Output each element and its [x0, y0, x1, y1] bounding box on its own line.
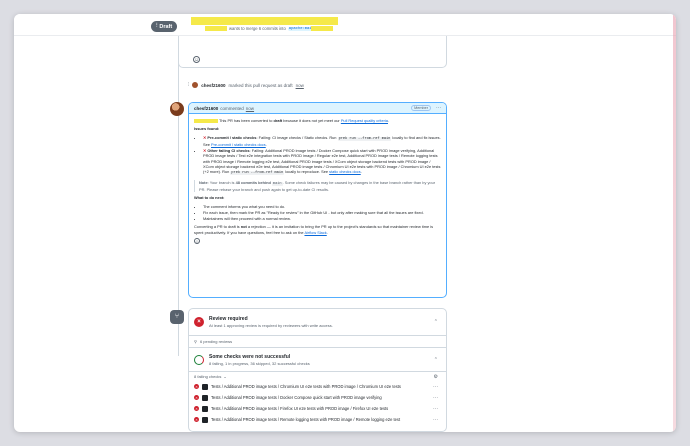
avatar[interactable] [192, 82, 199, 88]
review-subtitle: At least 1 approving review is required … [209, 323, 333, 328]
draft-event: ⫶ chesf21600 marked this pull request as… [188, 82, 304, 88]
pr-title-redacted [191, 17, 338, 25]
static-checks-docs-link[interactable]: Pre-commit / static checks docs [211, 142, 266, 147]
fail-icon: × [194, 417, 199, 422]
github-actions-icon [202, 394, 208, 401]
event-time[interactable]: now [296, 83, 304, 88]
chevron-up-icon[interactable]: ⌃ [434, 319, 438, 325]
check-row[interactable]: × Tests / Additional PROD image tests / … [189, 403, 446, 414]
note-block: Note: Your branch is 48 commits behind m… [194, 179, 441, 193]
comment-body: This PR has been converted to draft beca… [189, 114, 446, 248]
redacted-mention [194, 118, 218, 123]
cross-icon: ✕ [203, 134, 207, 140]
pr-meta: wants to merge 6 commits into apache:mai… [205, 26, 325, 31]
git-merge-icon: ⑂ [170, 310, 184, 324]
previous-comment-card [178, 36, 447, 68]
head-branch-redacted [311, 26, 333, 31]
pending-reviews-row[interactable]: ⚲ 6 pending reviews [189, 336, 446, 348]
chevron-up-icon[interactable]: ⌃ [434, 357, 438, 363]
checks-section[interactable]: Some checks were not successful 8 failin… [189, 348, 446, 372]
list-item: Maintainers will then proceed with a nor… [203, 216, 441, 221]
more-options-icon[interactable]: ··· [433, 417, 438, 423]
more-options-icon[interactable]: ··· [436, 105, 441, 111]
x-circle-icon: × [194, 317, 204, 327]
issue-item: ✕ Other failing CI checks: Failing: Addi… [203, 148, 441, 176]
intro-paragraph: This PR has been converted to draft beca… [194, 118, 441, 123]
review-title: Review required [209, 316, 248, 322]
airflow-slack-link[interactable]: Airflow Slack [304, 230, 326, 235]
redacted-user [205, 26, 227, 31]
add-reaction-icon[interactable]: ☺ [193, 56, 200, 63]
fail-icon: × [194, 395, 199, 400]
list-item: The comment informs you what you need to… [203, 204, 441, 209]
checks-status-icon [194, 354, 204, 365]
github-actions-icon [202, 383, 208, 390]
bot-comment: chesf21600 commented now Member ··· This… [188, 102, 447, 298]
more-options-icon[interactable]: ··· [433, 395, 438, 401]
member-badge: Member [411, 105, 431, 111]
check-row[interactable]: × Tests / Additional PROD image tests / … [189, 392, 446, 403]
browser-window: ⫶ Draft wants to merge 6 commits into ap… [14, 14, 676, 432]
check-row[interactable]: × Tests / Additional PROD image tests / … [189, 414, 446, 425]
window-edge [673, 14, 676, 432]
person-icon: ⚲ [194, 339, 197, 344]
comment-time[interactable]: now [246, 106, 254, 111]
add-reaction-icon[interactable]: ☺ [194, 238, 200, 245]
comment-header: chesf21600 commented now Member ··· [189, 103, 446, 114]
issue-item: ✕ Pre-commit / static checks: Failing: C… [203, 135, 441, 148]
issues-heading: Issues found: [194, 126, 220, 132]
checks-subtitle: 8 failing, 1 in progress, 36 skipped, 32… [209, 360, 310, 366]
pr-header: ⫶ Draft wants to merge 6 commits into ap… [14, 14, 676, 36]
todo-list: The comment informs you what you need to… [194, 204, 441, 222]
quality-criteria-link[interactable]: Pull Request quality criteria [341, 118, 388, 123]
chevron-down-icon: ⌄ [223, 374, 227, 379]
event-user[interactable]: chesf21600 [201, 83, 225, 88]
outro-paragraph: Converting a PR to draft is not a reject… [194, 224, 434, 235]
gear-icon[interactable]: ⚙ [434, 374, 438, 380]
comment-author-avatar[interactable] [170, 102, 184, 116]
list-item: Fix each issue, then mark the PR as "Rea… [203, 210, 441, 215]
failing-checks-header[interactable]: 8 failing checks ⌄ ⚙ [189, 372, 446, 381]
review-required-section[interactable]: × Review required At least 1 approving r… [189, 309, 446, 336]
draft-badge: ⫶ Draft [151, 21, 178, 32]
github-actions-icon [202, 416, 208, 423]
github-actions-icon [202, 405, 208, 412]
fail-icon: × [194, 384, 199, 389]
draft-icon: ⫶ [156, 23, 158, 29]
more-options-icon[interactable]: ··· [433, 384, 438, 390]
issues-list: ✕ Pre-commit / static checks: Failing: C… [194, 135, 441, 177]
merge-status-box: × Review required At least 1 approving r… [188, 308, 447, 432]
todo-heading: What to do next: [194, 195, 225, 201]
comment-author[interactable]: chesf21600 [194, 106, 218, 111]
cross-icon: ✕ [203, 148, 207, 154]
timeline-line [178, 36, 179, 356]
draft-event-icon: ⫶ [188, 82, 190, 88]
static-checks-link[interactable]: static checks docs [329, 169, 361, 174]
checks-title: Some checks were not successful [209, 353, 291, 360]
check-row[interactable]: × Tests / Additional PROD image tests / … [189, 381, 446, 392]
more-options-icon[interactable]: ··· [433, 406, 438, 412]
fail-icon: × [194, 406, 199, 411]
